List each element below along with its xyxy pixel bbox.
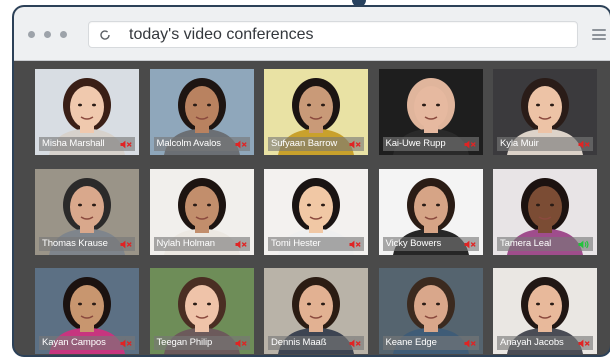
- window-controls: [28, 31, 67, 38]
- participant-name: Kyla Muir: [500, 138, 539, 149]
- hamburger-menu-icon[interactable]: [592, 29, 606, 40]
- participant-caption: Sufyaan Barrow: [268, 137, 364, 151]
- video-tile[interactable]: Kayan Campos: [35, 268, 139, 354]
- speaker-muted-icon[interactable]: [578, 339, 590, 348]
- browser-window: today's video conferences Misha Marshall…: [12, 5, 610, 357]
- participant-name: Dennis Maaß: [271, 337, 327, 348]
- participant-caption: Teegan Philip: [153, 336, 250, 350]
- video-tile[interactable]: Keane Edge: [378, 268, 483, 354]
- participant-caption: Anayah Jacobs: [497, 336, 593, 350]
- video-tile[interactable]: Vicky Bowers: [378, 168, 483, 255]
- participant-name: Kayan Campos: [42, 337, 106, 348]
- video-tile[interactable]: Dennis Maaß: [264, 268, 368, 354]
- address-bar[interactable]: today's video conferences: [88, 21, 578, 48]
- video-tile[interactable]: Teegan Philip: [149, 268, 254, 354]
- participant-name: Sufyaan Barrow: [271, 138, 338, 149]
- speaker-muted-icon[interactable]: [349, 140, 361, 149]
- participant-caption: Nylah Holman: [153, 236, 250, 251]
- participant-name: Thomas Krause: [42, 237, 108, 249]
- participant-name: Nylah Holman: [156, 237, 216, 249]
- speaker-muted-icon[interactable]: [464, 240, 476, 249]
- video-tile[interactable]: Anayah Jacobs: [493, 268, 597, 354]
- window-dot-icon[interactable]: [60, 31, 67, 38]
- speaker-muted-icon[interactable]: [464, 140, 476, 149]
- speaker-muted-icon[interactable]: [235, 140, 247, 149]
- participant-caption: Kai-Uwe Rupp: [382, 137, 479, 151]
- participant-caption: Keane Edge: [382, 336, 479, 350]
- participant-caption: Misha Marshall: [39, 137, 135, 151]
- reload-icon[interactable]: [99, 29, 111, 41]
- speaker-muted-icon[interactable]: [120, 140, 132, 149]
- participant-name: Keane Edge: [385, 337, 437, 348]
- speaker-muted-icon[interactable]: [578, 140, 590, 149]
- participant-name: Misha Marshall: [42, 138, 105, 149]
- speaker-muted-icon[interactable]: [349, 240, 361, 249]
- browser-toolbar: today's video conferences: [14, 7, 610, 61]
- speaker-on-icon[interactable]: [578, 240, 590, 249]
- participant-caption: Kayan Campos: [39, 336, 135, 350]
- participant-name: Anayah Jacobs: [500, 337, 564, 348]
- speaker-muted-icon[interactable]: [120, 339, 132, 348]
- participant-caption: Tamera Leal: [497, 236, 593, 251]
- video-tile[interactable]: Nylah Holman: [149, 168, 254, 255]
- video-tile[interactable]: Malcolm Avalos: [149, 69, 254, 155]
- participant-name: Tamera Leal: [500, 237, 552, 249]
- participant-name: Vicky Bowers: [385, 237, 442, 249]
- speaker-muted-icon[interactable]: [464, 339, 476, 348]
- video-tile[interactable]: Tomi Hester: [264, 168, 368, 255]
- video-tile[interactable]: Kyla Muir: [493, 69, 597, 155]
- speaker-muted-icon[interactable]: [120, 240, 132, 249]
- speaker-muted-icon[interactable]: [349, 339, 361, 348]
- participant-caption: Dennis Maaß: [268, 336, 364, 350]
- video-tile[interactable]: Tamera Leal: [493, 168, 597, 255]
- participant-name: Kai-Uwe Rupp: [385, 138, 446, 149]
- video-tile[interactable]: Thomas Krause: [35, 168, 139, 255]
- address-text[interactable]: today's video conferences: [129, 26, 314, 44]
- participant-name: Tomi Hester: [271, 237, 321, 249]
- video-tile[interactable]: Sufyaan Barrow: [264, 69, 368, 155]
- participant-caption: Vicky Bowers: [382, 236, 479, 251]
- window-dot-icon[interactable]: [28, 31, 35, 38]
- participant-caption: Malcolm Avalos: [153, 137, 250, 151]
- speaker-muted-icon[interactable]: [235, 339, 247, 348]
- speaker-muted-icon[interactable]: [235, 240, 247, 249]
- participant-caption: Kyla Muir: [497, 137, 593, 151]
- participant-caption: Tomi Hester: [268, 236, 364, 251]
- participant-name: Malcolm Avalos: [156, 138, 222, 149]
- video-tile[interactable]: Misha Marshall: [35, 69, 139, 155]
- window-dot-icon[interactable]: [44, 31, 51, 38]
- participant-name: Teegan Philip: [156, 337, 213, 348]
- video-tile[interactable]: Kai-Uwe Rupp: [378, 69, 483, 155]
- participant-caption: Thomas Krause: [39, 236, 135, 251]
